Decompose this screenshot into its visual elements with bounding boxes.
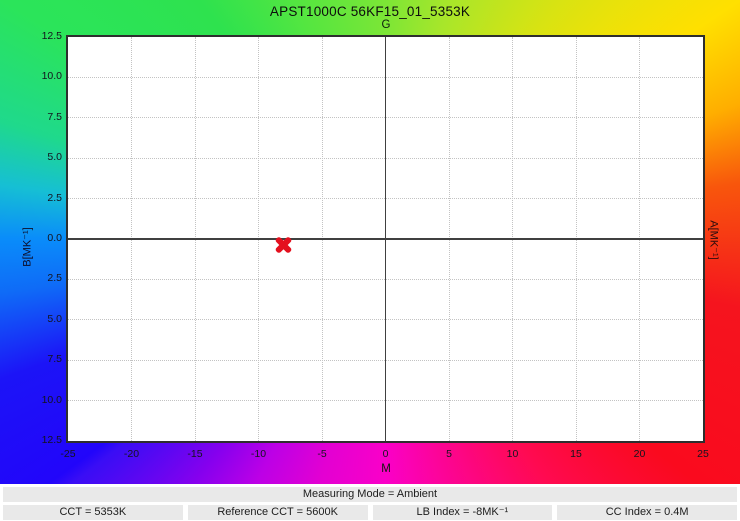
axis-label-green: G bbox=[382, 19, 391, 31]
status-box-lb-index: LB Index = -8MK⁻¹ bbox=[373, 505, 553, 520]
x-axis-tick-label: 15 bbox=[554, 448, 598, 460]
app-window: APST1000C 56KF15_01_5353K G M B[MK⁻¹] A[… bbox=[0, 0, 740, 521]
y-axis-tick-label: 0.0 bbox=[18, 232, 62, 244]
y-axis-tick-label: 5.0 bbox=[18, 313, 62, 325]
axis-label-amber-text: A[MK⁻¹] bbox=[708, 220, 721, 259]
y-axis-tick-label: 12.5 bbox=[18, 434, 62, 446]
x-axis-tick-label: 10 bbox=[491, 448, 535, 460]
grid-line-horizontal bbox=[68, 198, 703, 199]
plot-area bbox=[68, 37, 703, 441]
y-axis-tick-label: 2.5 bbox=[18, 272, 62, 284]
status-box-row: CCT = 5353K Reference CCT = 5600K LB Ind… bbox=[3, 505, 737, 520]
grid-line-horizontal bbox=[68, 319, 703, 320]
x-axis-tick-label: -15 bbox=[173, 448, 217, 460]
status-area: Measuring Mode = Ambient CCT = 5353K Ref… bbox=[0, 484, 740, 521]
grid-line-horizontal bbox=[68, 400, 703, 401]
y-axis-tick-label: 12.5 bbox=[18, 30, 62, 42]
y-axis-tick-label: 10.0 bbox=[18, 70, 62, 82]
status-box-cct: CCT = 5353K bbox=[3, 505, 183, 520]
grid-line-horizontal bbox=[68, 360, 703, 361]
x-axis-tick-label: -20 bbox=[110, 448, 154, 460]
status-box-reference-cct: Reference CCT = 5600K bbox=[188, 505, 368, 520]
page-title: APST1000C 56KF15_01_5353K bbox=[0, 4, 740, 19]
measuring-mode-bar: Measuring Mode = Ambient bbox=[3, 487, 737, 502]
x-axis-tick-label: 0 bbox=[364, 448, 408, 460]
grid-line-horizontal bbox=[68, 117, 703, 118]
axis-label-magenta: M bbox=[381, 463, 391, 475]
x-axis-tick-label: -25 bbox=[46, 448, 90, 460]
x-axis-tick-label: -10 bbox=[237, 448, 281, 460]
grid-line-horizontal bbox=[68, 158, 703, 159]
grid-line-horizontal bbox=[68, 77, 703, 78]
y-axis-tick-label: 7.5 bbox=[18, 111, 62, 123]
y-axis-tick-label: 7.5 bbox=[18, 353, 62, 365]
x-axis-tick-label: 25 bbox=[681, 448, 725, 460]
x-axis-tick-label: 20 bbox=[618, 448, 662, 460]
x-axis-tick-label: -5 bbox=[300, 448, 344, 460]
y-axis-tick-label: 2.5 bbox=[18, 192, 62, 204]
grid-line-horizontal bbox=[68, 279, 703, 280]
status-box-cc-index: CC Index = 0.4M bbox=[557, 505, 737, 520]
y-axis-tick-label: 10.0 bbox=[18, 394, 62, 406]
x-axis-tick-label: 5 bbox=[427, 448, 471, 460]
zero-line-horizontal bbox=[68, 238, 703, 240]
y-axis-tick-label: 5.0 bbox=[18, 151, 62, 163]
